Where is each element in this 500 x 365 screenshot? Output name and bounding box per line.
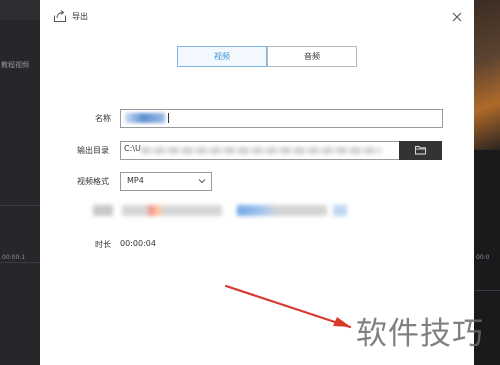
- output-dir-value: C:\U: [124, 144, 141, 153]
- name-input-blurred-value: [125, 113, 165, 123]
- name-input[interactable]: [120, 109, 443, 128]
- dialog-title: 导出: [72, 12, 88, 21]
- format-label: 视频格式: [77, 177, 109, 186]
- background-divider: [474, 290, 500, 291]
- background-timeline-time: 00:0: [476, 254, 490, 261]
- background-toolbar: [0, 0, 40, 20]
- background-panel-label: 教程视频: [1, 61, 29, 69]
- blurred-info: [122, 205, 222, 216]
- output-dir-blurred-path: [141, 147, 381, 154]
- dialog-title-bar: 导出: [40, 0, 474, 32]
- export-icon: [54, 10, 66, 22]
- background-timeline-time: 00:00:1: [2, 254, 26, 261]
- chevron-down-icon: [198, 179, 206, 184]
- watermark-text: 软件技巧: [356, 316, 484, 352]
- format-select[interactable]: MP4: [120, 172, 212, 191]
- duration-value: 00:00:04: [120, 239, 156, 248]
- browse-folder-button[interactable]: [399, 141, 442, 160]
- output-dir-input[interactable]: C:\U: [120, 141, 400, 160]
- blurred-info: [237, 205, 327, 216]
- folder-icon: [415, 146, 426, 155]
- tab-video[interactable]: 视频: [177, 46, 267, 67]
- background-video-preview: [474, 0, 500, 150]
- background-divider: [0, 262, 40, 263]
- duration-label: 时长: [95, 240, 111, 249]
- output-dir-label: 输出目录: [77, 146, 109, 155]
- text-caret: [168, 113, 169, 123]
- name-label: 名称: [95, 114, 111, 123]
- blurred-info: [93, 205, 113, 216]
- close-icon[interactable]: [451, 11, 463, 23]
- tab-audio[interactable]: 音频: [267, 46, 357, 67]
- format-selected-value: MP4: [127, 176, 144, 185]
- blurred-info: [333, 205, 347, 216]
- background-left-panel: [0, 0, 40, 365]
- background-divider: [0, 205, 40, 206]
